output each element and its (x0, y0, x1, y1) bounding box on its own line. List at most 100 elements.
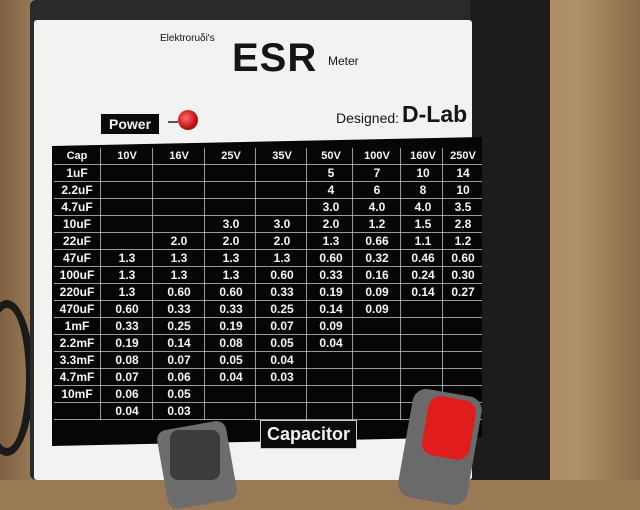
table-cell: 0.19 (219, 319, 243, 333)
table-cell: 0.16 (365, 268, 389, 282)
subtitle-meter: Meter (328, 54, 359, 68)
table-cell: 0.14 (319, 302, 343, 316)
table-cell (402, 369, 444, 385)
table-cell: 0.32 (365, 251, 389, 265)
table-cell: 0.06 (167, 370, 191, 384)
table-row: 1mF 0.33 0.25 0.19 0.07 0.09 (54, 318, 482, 334)
table-column-divider (152, 148, 153, 420)
table-column-divider (442, 148, 443, 420)
table-cell: 0.04 (219, 370, 243, 384)
table-cell: 0.27 (451, 285, 475, 299)
table-cell: 3.5 (454, 200, 472, 214)
table-cell: 1.3 (222, 268, 240, 282)
table-row: 47uF 1.3 1.3 1.3 1.3 0.60 0.32 0.46 0.60 (54, 250, 482, 266)
table-cell: 1.3 (170, 268, 188, 282)
table-cell: 10 (416, 166, 430, 180)
capacitor-label: Capacitor (260, 420, 358, 449)
table-row: 1uF 5 7 10 14 (54, 165, 482, 181)
table-row-label: 220uF (59, 285, 95, 299)
table-cell (444, 335, 482, 351)
table-cell: 0.09 (365, 302, 389, 316)
table-cell (402, 301, 444, 317)
table-cell: 0.33 (219, 302, 243, 316)
table-header-cell: 25V (221, 150, 241, 162)
table-cell: 0.19 (319, 285, 343, 299)
table-cell: 1.2 (454, 234, 472, 248)
table-cell (154, 216, 204, 232)
table-cell: 2.0 (222, 234, 240, 248)
table-cell: 0.60 (167, 285, 191, 299)
table-cell (102, 216, 152, 232)
table-row-label: 4.7mF (59, 370, 95, 384)
table-row: 4.7uF 3.0 4.0 4.0 3.5 (54, 199, 482, 215)
table-cell: 0.07 (115, 370, 139, 384)
title-esr: ESR (232, 36, 318, 80)
table-cell: 2.8 (454, 217, 472, 231)
table-cell (354, 369, 400, 385)
table-header-cell: 50V (321, 150, 341, 162)
table-cell: 4 (327, 183, 335, 197)
table-row-label: 3.3mF (59, 353, 95, 367)
table-cell: 0.33 (167, 302, 191, 316)
table-header-cell: 250V (450, 150, 476, 162)
table-cell (257, 165, 307, 181)
table-cell: 0.33 (270, 285, 294, 299)
table-cell (308, 403, 354, 419)
table-cell (444, 352, 482, 368)
table-cell (154, 182, 204, 198)
table-column-divider (100, 148, 101, 420)
table-cell: 0.46 (411, 251, 435, 265)
table-cell: 0.04 (115, 404, 139, 418)
table-cell: 1.3 (118, 251, 136, 265)
table-cell (308, 386, 354, 402)
table-cell (354, 335, 400, 351)
table-cell (206, 386, 256, 402)
table-cell: 1.2 (368, 217, 386, 231)
table-header-cell: 35V (272, 150, 292, 162)
table-cell: 0.05 (219, 353, 243, 367)
table-cell (444, 318, 482, 334)
table-cell: 0.09 (365, 285, 389, 299)
table-row: 220uF 1.3 0.60 0.60 0.33 0.19 0.09 0.14 0.27 (54, 284, 482, 300)
table-cell (102, 165, 152, 181)
designed-label: Designed: (336, 110, 400, 126)
table-cell (206, 165, 256, 181)
table-cell: 1.5 (414, 217, 432, 231)
table-column-divider (255, 148, 256, 420)
table-cell: 0.24 (411, 268, 435, 282)
table-cell: 2.0 (322, 217, 340, 231)
table-cell (206, 403, 256, 419)
table-row: 22uF 2.0 2.0 2.0 1.3 0.66 1.1 1.2 (54, 233, 482, 249)
table-cell: 0.06 (115, 387, 139, 401)
table-cell: 3.0 (322, 200, 340, 214)
table-column-divider (400, 148, 401, 420)
table-cell: 0.14 (167, 336, 191, 350)
table-row: 10uF 3.0 3.0 2.0 1.2 1.5 2.8 (54, 216, 482, 232)
power-label: Power (101, 114, 160, 134)
table-cell (257, 182, 307, 198)
table-cell: 1.3 (118, 268, 136, 282)
table-cell: 1.3 (118, 285, 136, 299)
table-row-label: 10mF (61, 387, 93, 401)
table-column-divider (352, 148, 353, 420)
table-header-cell: 10V (117, 150, 137, 162)
table-row-label: 22uF (62, 234, 91, 248)
table-cell: 3.0 (222, 217, 240, 231)
table-cell: 7 (373, 166, 381, 180)
table-cell (257, 386, 307, 402)
table-cell (444, 301, 482, 317)
table-cell: 1.3 (273, 251, 291, 265)
table-row-label: 4.7uF (61, 200, 93, 214)
table-row-label: 2.2mF (59, 336, 95, 350)
table-cell: 0.05 (167, 387, 191, 401)
table-header-cell: Cap (66, 150, 88, 162)
table-cell: 14 (456, 166, 470, 180)
table-cell (206, 182, 256, 198)
table-cell: 0.09 (319, 319, 343, 333)
table-cell (102, 182, 152, 198)
table-row-label: 47uF (62, 251, 91, 265)
table-cell (154, 199, 204, 215)
table-cell: 0.66 (365, 234, 389, 248)
device-case-side (470, 0, 550, 480)
table-row: 100uF 1.3 1.3 1.3 0.60 0.33 0.16 0.24 0.30 (54, 267, 482, 283)
